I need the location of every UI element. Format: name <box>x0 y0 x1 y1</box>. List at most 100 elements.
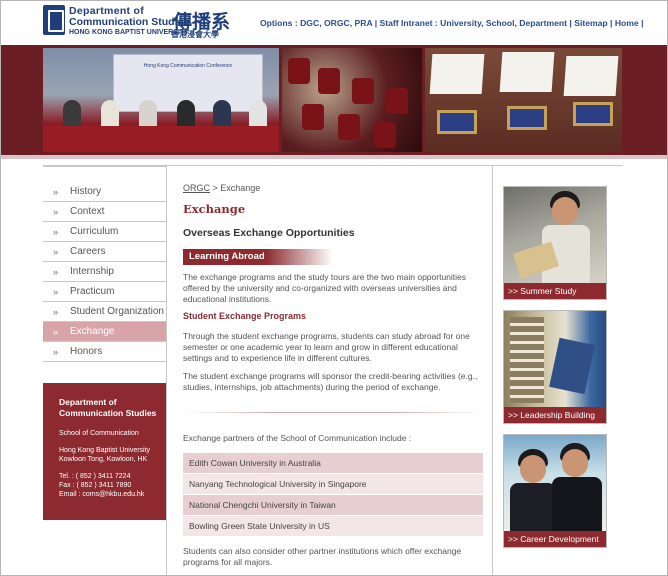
double-chevron-right-icon: » <box>53 347 59 357</box>
contact-school: School of Communication <box>59 430 139 437</box>
top-navigation[interactable]: Options : DGC, ORGC, PRA | Staff Intrane… <box>260 18 644 28</box>
student-face <box>552 197 578 225</box>
promo-caption: >> Career Development <box>504 531 606 547</box>
library-photo <box>504 311 606 407</box>
seat <box>288 58 310 84</box>
contact-address-2: Kowloon Tong, Kowloon, HK <box>59 456 148 463</box>
sidebar-spacer <box>43 166 166 181</box>
double-chevron-right-icon: » <box>53 227 59 237</box>
list-item: Bowling Green State University in US <box>183 516 483 536</box>
conference-photo: Hong Kong Communication Conference <box>43 48 279 152</box>
seat <box>352 78 374 104</box>
double-chevron-right-icon: » <box>53 307 59 317</box>
award-plaque <box>507 106 547 130</box>
section-divider <box>183 412 487 413</box>
main-content: ORGC > Exchange Exchange Overseas Exchan… <box>166 166 493 575</box>
sidebar-item-label: Exchange <box>70 326 115 337</box>
promo-summer-study[interactable]: >> Summer Study <box>503 186 607 300</box>
contact-box: Department of Communication Studies Scho… <box>43 383 166 520</box>
person-face <box>562 449 588 477</box>
promo-column: >> Summer Study >> Leadership Building >… <box>493 166 623 575</box>
contact-department-line-2: Communication Studies <box>59 408 157 418</box>
sidebar-item-history[interactable]: » History <box>43 182 166 202</box>
seat <box>338 114 360 140</box>
seat <box>386 88 408 114</box>
awards-photo <box>425 48 622 152</box>
university-crest-icon <box>43 5 65 35</box>
contact-email[interactable]: Email : coms@hkbu.edu.hk <box>59 490 166 499</box>
sidebar-item-internship[interactable]: » Internship <box>43 262 166 282</box>
certificate <box>429 54 485 94</box>
breadcrumb-current: > Exchange <box>210 183 261 193</box>
seat <box>302 104 324 130</box>
page-frame: Department of Communication Studies HONG… <box>0 0 668 576</box>
double-chevron-right-icon: » <box>53 267 59 277</box>
list-item: Edith Cowan University in Australia <box>183 453 483 473</box>
sidebar-item-practicum[interactable]: » Practicum <box>43 282 166 302</box>
sidebar-item-label: Internship <box>70 266 114 277</box>
award-plaque <box>437 110 477 134</box>
sidebar-item-label: Context <box>70 206 105 217</box>
sidebar-item-label: Honors <box>70 346 103 357</box>
conference-table <box>43 126 279 152</box>
partners-list: Edith Cowan University in Australia Nany… <box>183 453 483 537</box>
double-chevron-right-icon: » <box>53 327 59 337</box>
contact-tel: Tel. : ( 852 ) 3411 7224 <box>59 473 131 480</box>
list-item: National Chengchi University in Taiwan <box>183 495 483 515</box>
contact-department-line-1: Department of <box>59 397 117 407</box>
breadcrumb-link-orgc[interactable]: ORGC <box>183 183 210 193</box>
sidebar-item-label: Curriculum <box>70 226 119 237</box>
award-plaque <box>573 102 613 126</box>
double-chevron-right-icon: » <box>53 287 59 297</box>
promo-leadership-building[interactable]: >> Leadership Building <box>503 310 607 424</box>
sidebar: » History » Context » Curriculum » Careers »… <box>43 166 166 575</box>
contact-fax: Fax : ( 852 ) 3411 7890 <box>59 482 132 489</box>
sidebar-item-label: Careers <box>70 246 106 257</box>
sidebar-item-careers[interactable]: » Careers <box>43 242 166 262</box>
sidebar-item-label: Practicum <box>70 286 115 297</box>
student-reading-photo <box>504 187 606 283</box>
person-suit <box>510 483 556 533</box>
sidebar-item-label: History <box>70 186 102 197</box>
partners-intro: Exchange partners of the School of Commu… <box>183 433 412 443</box>
department-logo[interactable]: Department of Communication Studies HONG… <box>43 5 259 41</box>
audience-photo <box>282 48 422 152</box>
banner: Hong Kong Communication Conference <box>1 45 667 159</box>
contact-address-1: Hong Kong Baptist University <box>59 447 151 454</box>
section-bar-label: Learning Abroad <box>183 249 333 265</box>
sidebar-item-honors[interactable]: » Honors <box>43 342 166 362</box>
banner-divider <box>1 155 667 159</box>
books-held <box>549 337 595 395</box>
certificate <box>499 52 555 92</box>
seat <box>318 68 340 94</box>
logo-line-2: Communication Studies <box>69 16 190 28</box>
sidebar-item-exchange[interactable]: » Exchange <box>43 322 166 342</box>
breadcrumb: ORGC > Exchange <box>183 183 260 193</box>
sidebar-item-context[interactable]: » Context <box>43 202 166 222</box>
logo-chinese-subtitle: 香港浸會大學 <box>171 30 219 39</box>
sidebar-menu: » History » Context » Curriculum » Careers »… <box>43 182 166 362</box>
sidebar-item-student-organization[interactable]: » Student Organization <box>43 302 166 322</box>
subsection-title: Student Exchange Programs <box>183 311 307 321</box>
bookshelf <box>510 317 544 403</box>
site-header: Department of Communication Studies HONG… <box>1 1 667 45</box>
exchange-paragraph-1: Through the student exchange programs, s… <box>183 331 470 363</box>
sidebar-item-label: Student Organization <box>70 306 164 317</box>
promo-career-development[interactable]: >> Career Development <box>503 434 607 548</box>
double-chevron-right-icon: » <box>53 247 59 257</box>
graduates-photo <box>504 435 606 533</box>
page-title: Exchange <box>183 202 246 216</box>
section-title: Overseas Exchange Opportunities <box>183 227 355 239</box>
sidebar-item-curriculum[interactable]: » Curriculum <box>43 222 166 242</box>
intro-paragraph: The exchange programs and the study tour… <box>183 272 467 304</box>
certificate <box>563 56 619 96</box>
person-suit <box>552 477 602 533</box>
promo-caption: >> Leadership Building <box>504 407 606 423</box>
contact-department: Department of Communication Studies <box>59 397 166 419</box>
double-chevron-right-icon: » <box>53 207 59 217</box>
seat <box>374 122 396 148</box>
double-chevron-right-icon: » <box>53 187 59 197</box>
exchange-paragraph-2: The student exchange programs will spons… <box>183 371 478 392</box>
person-face <box>520 455 546 483</box>
